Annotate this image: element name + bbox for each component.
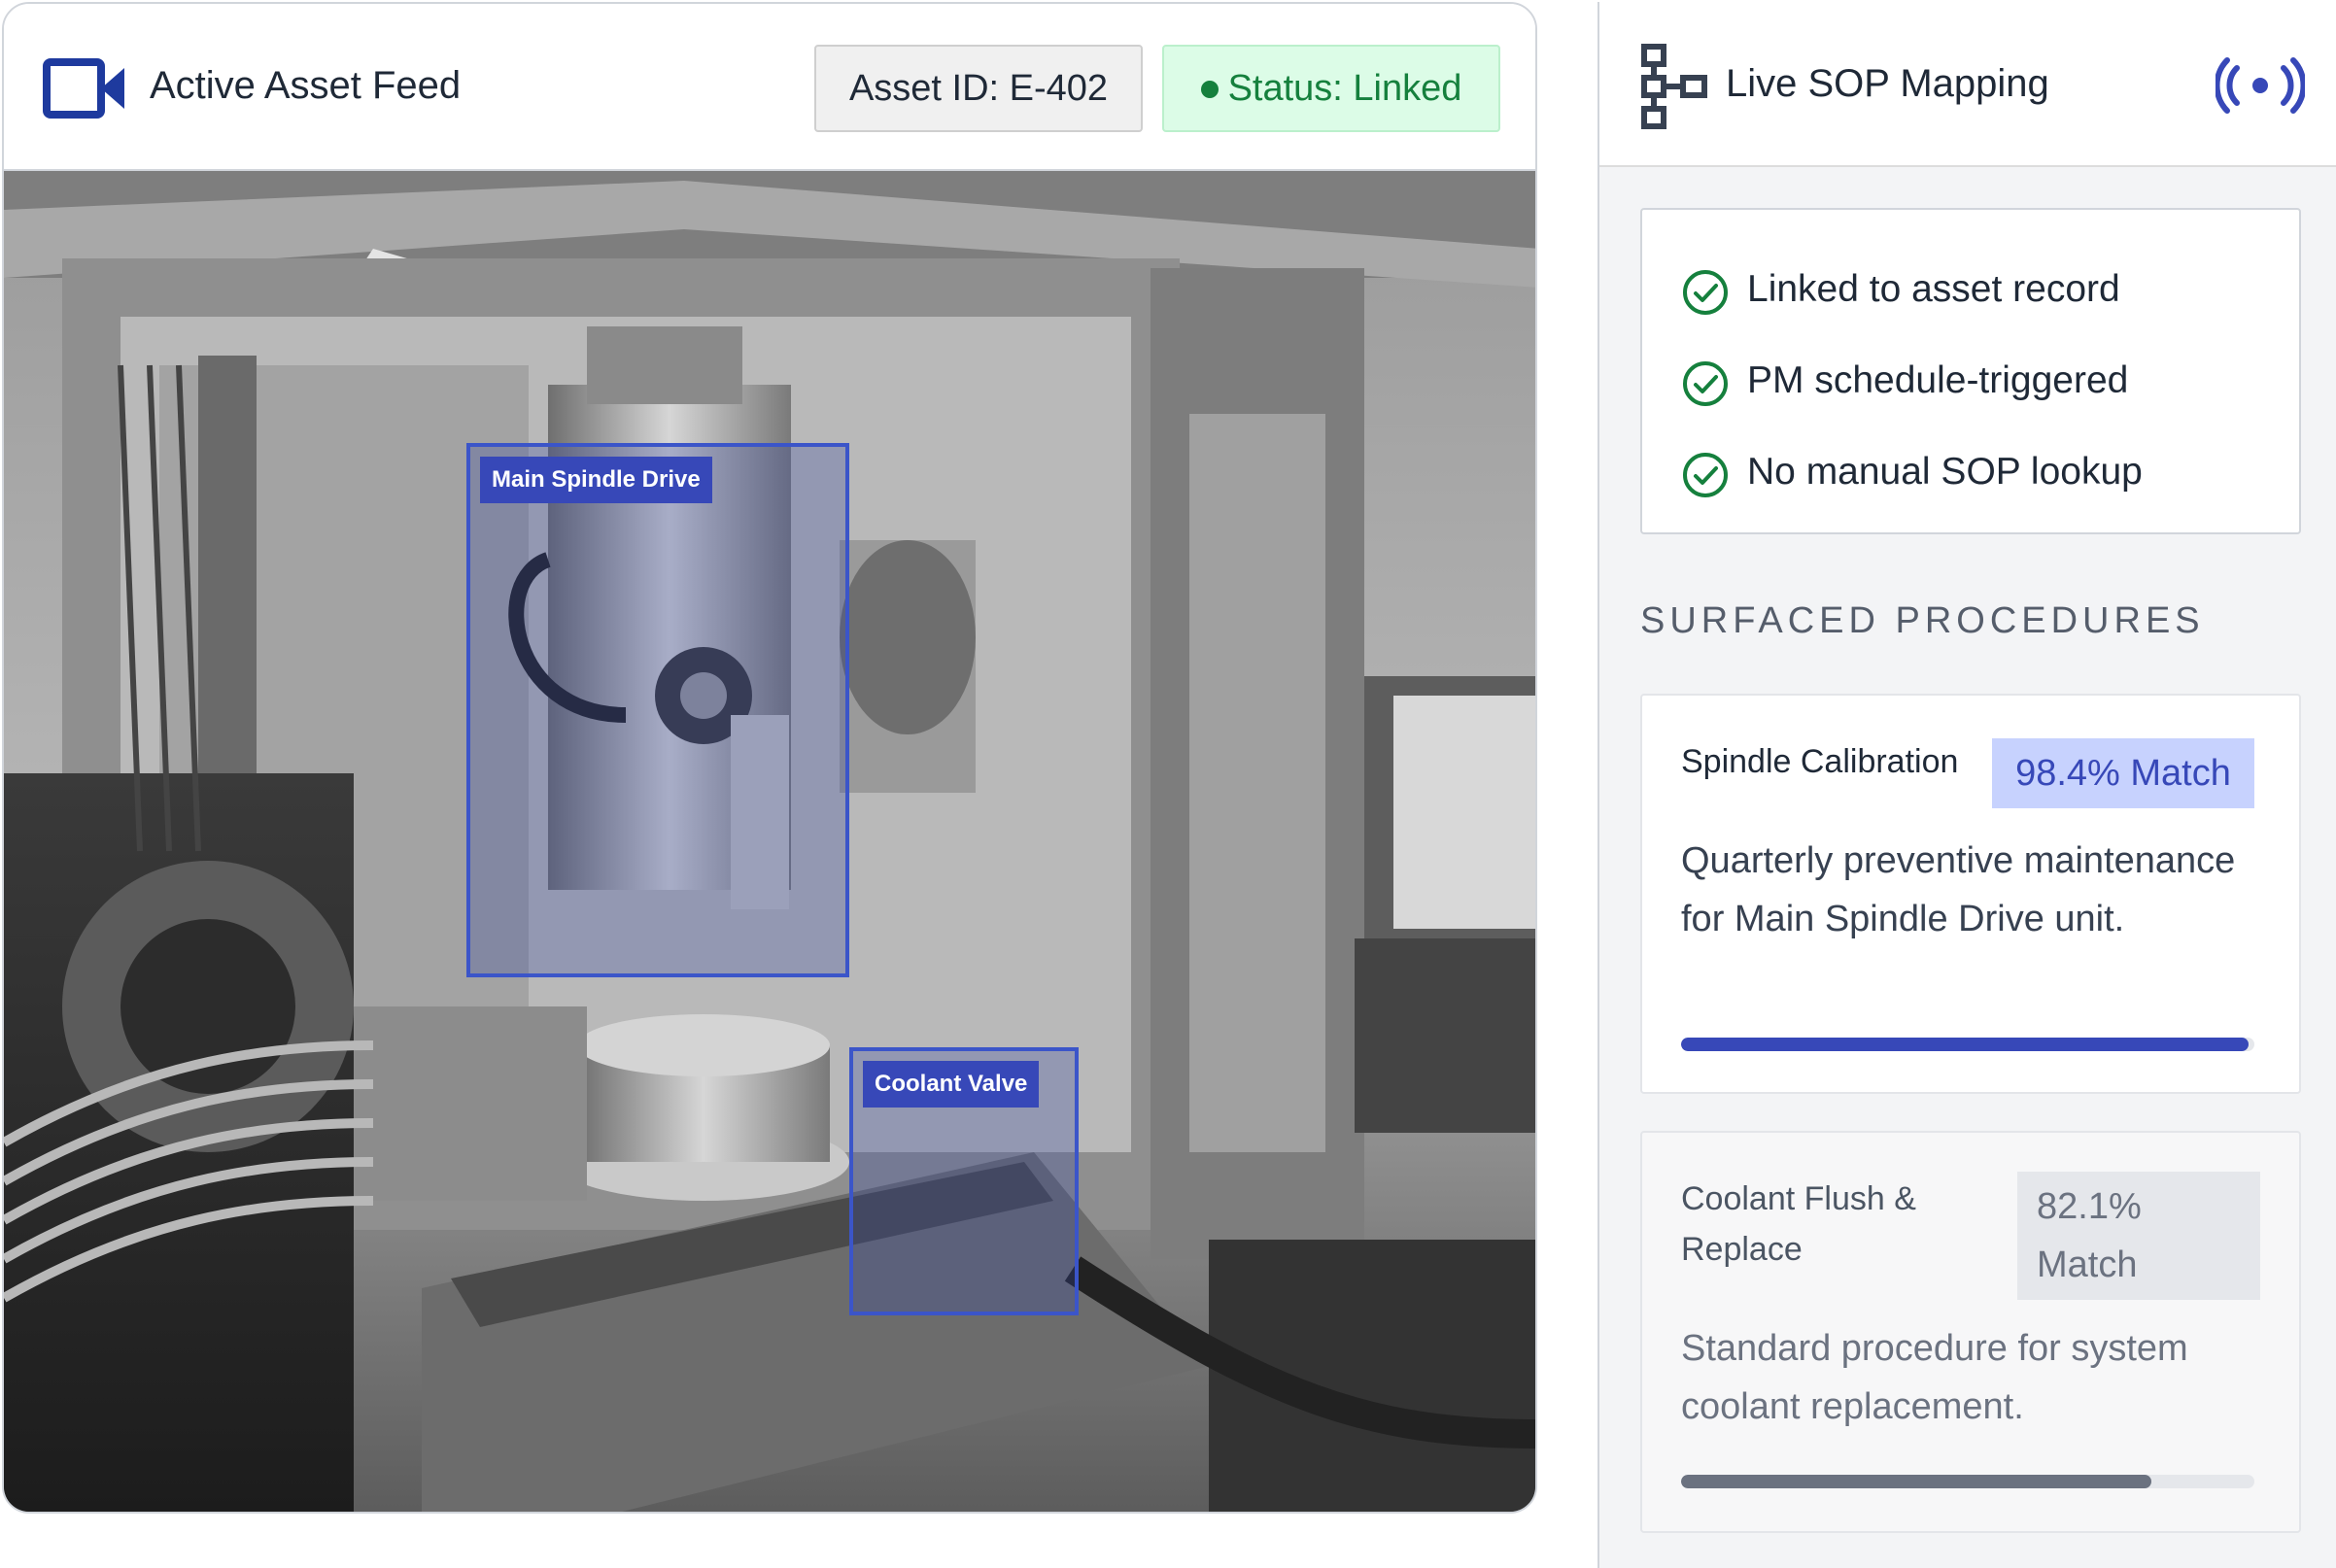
procedure-name: Coolant Flush & Replace: [1681, 1180, 1916, 1268]
detection-box-coolant-valve[interactable]: Coolant Valve: [849, 1047, 1079, 1315]
check-circle-icon: [1683, 453, 1728, 497]
procedure-description: Quarterly preventive maintenance for Mai…: [1681, 840, 2236, 939]
procedure-card-spindle-calibration[interactable]: Spindle Calibration 98.4% Match Quarterl…: [1640, 694, 2301, 1094]
checklist-item-label: PM schedule-triggered: [1747, 359, 2129, 401]
check-circle-icon: [1683, 361, 1728, 406]
match-progress-fill: [1681, 1475, 2151, 1488]
status-badge: Status: Linked: [1162, 45, 1500, 132]
live-sop-mapping-panel: Live SOP Mapping Linked to asset record …: [1597, 2, 2336, 1568]
status-dot-icon: [1200, 81, 1219, 98]
feed-header: Active Asset Feed Asset ID: E-402 Status…: [4, 4, 1535, 171]
checklist-item-label: Linked to asset record: [1747, 268, 2120, 310]
match-badge: 98.4% Match: [1992, 738, 2254, 808]
sitemap-icon: [1641, 44, 1707, 129]
asset-camera-feed[interactable]: Main Spindle Drive Coolant Valve: [4, 171, 1535, 1512]
check-circle-icon: [1683, 270, 1728, 315]
video-camera-icon: [43, 58, 124, 119]
sop-title: Live SOP Mapping: [1726, 62, 2049, 105]
active-asset-feed-panel: Active Asset Feed Asset ID: E-402 Status…: [2, 2, 1537, 1514]
status-text: Status: Linked: [1227, 68, 1462, 109]
procedure-card-coolant-flush[interactable]: Coolant Flush & Replace 82.1% Match Stan…: [1640, 1131, 2301, 1533]
detection-label: Coolant Valve: [863, 1061, 1040, 1108]
match-progress-bar: [1681, 1475, 2254, 1488]
sop-header: Live SOP Mapping: [1599, 2, 2336, 167]
match-progress-fill: [1681, 1038, 2250, 1051]
match-progress-bar: [1681, 1038, 2254, 1051]
detection-box-main-spindle-drive[interactable]: Main Spindle Drive: [466, 443, 849, 977]
feed-title: Active Asset Feed: [150, 64, 462, 107]
checklist-card: Linked to asset record PM schedule-trigg…: [1640, 208, 2301, 534]
procedure-name: Spindle Calibration: [1681, 743, 1959, 780]
checklist-item-label: No manual SOP lookup: [1747, 451, 2143, 493]
procedure-description: Standard procedure for system coolant re…: [1681, 1328, 2188, 1427]
match-badge: 82.1% Match: [2017, 1172, 2260, 1300]
detection-label: Main Spindle Drive: [480, 457, 712, 503]
section-label: SURFACED PROCEDURES: [1640, 600, 2205, 641]
broadcast-icon: [2216, 57, 2305, 114]
asset-id-badge: Asset ID: E-402: [814, 45, 1143, 132]
